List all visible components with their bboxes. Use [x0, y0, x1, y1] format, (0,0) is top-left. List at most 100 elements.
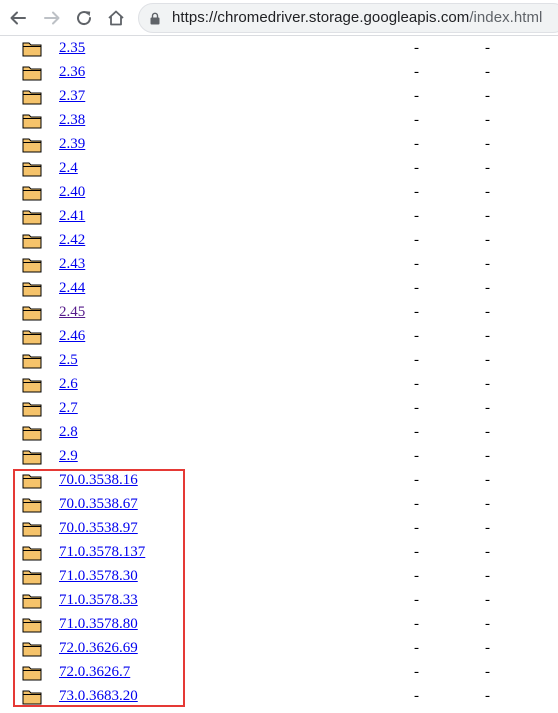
folder-link[interactable]: 71.0.3578.80 — [59, 616, 138, 633]
modified-value: - — [414, 256, 419, 272]
size-value: - — [485, 328, 490, 344]
list-item: 2.45 - - — [0, 300, 558, 324]
modified-value: - — [414, 664, 419, 680]
list-item: 2.39 - - — [0, 132, 558, 156]
size-value: - — [485, 160, 490, 176]
size-value: - — [485, 448, 490, 464]
modified-value: - — [414, 448, 419, 464]
folder-link[interactable]: 2.37 — [59, 88, 85, 105]
folder-icon — [22, 136, 42, 154]
size-value: - — [485, 232, 490, 248]
folder-link[interactable]: 2.36 — [59, 64, 85, 81]
modified-value: - — [414, 352, 419, 368]
list-item: 2.4 - - — [0, 156, 558, 180]
size-value: - — [485, 256, 490, 272]
folder-link[interactable]: 2.8 — [59, 424, 78, 441]
size-value: - — [485, 472, 490, 488]
size-value: - — [485, 640, 490, 656]
list-item: 2.6 - - — [0, 372, 558, 396]
back-button[interactable] — [6, 6, 30, 30]
folder-link[interactable]: 71.0.3578.33 — [59, 592, 138, 609]
list-item: 2.35 - - — [0, 36, 558, 60]
folder-link[interactable]: 70.0.3538.67 — [59, 496, 138, 513]
size-value: - — [485, 376, 490, 392]
folder-icon — [22, 544, 42, 562]
modified-value: - — [414, 208, 419, 224]
home-button[interactable] — [104, 6, 128, 30]
folder-link[interactable]: 71.0.3578.137 — [59, 544, 145, 561]
reload-icon — [77, 11, 92, 26]
folder-icon — [22, 640, 42, 658]
modified-value: - — [414, 592, 419, 608]
list-item: 72.0.3626.7 - - — [0, 660, 558, 684]
folder-icon — [22, 88, 42, 106]
list-item: 71.0.3578.80 - - — [0, 612, 558, 636]
list-item: 2.40 - - — [0, 180, 558, 204]
modified-value: - — [414, 616, 419, 632]
folder-link[interactable]: 71.0.3578.30 — [59, 568, 138, 585]
folder-link[interactable]: 2.42 — [59, 232, 85, 249]
modified-value: - — [414, 472, 419, 488]
folder-link[interactable]: 72.0.3626.7 — [59, 664, 130, 681]
size-value: - — [485, 520, 490, 536]
list-item: 70.0.3538.97 - - — [0, 516, 558, 540]
address-bar[interactable]: https://chromedriver.storage.googleapis.… — [138, 3, 558, 33]
size-value: - — [485, 208, 490, 224]
modified-value: - — [414, 496, 419, 512]
folder-link[interactable]: 2.6 — [59, 376, 78, 393]
folder-link[interactable]: 2.35 — [59, 40, 85, 57]
list-item: 70.0.3538.67 - - — [0, 492, 558, 516]
modified-value: - — [414, 544, 419, 560]
modified-value: - — [414, 280, 419, 296]
modified-value: - — [414, 184, 419, 200]
list-item: 71.0.3578.30 - - — [0, 564, 558, 588]
forward-button[interactable] — [40, 6, 64, 30]
list-item: 2.44 - - — [0, 276, 558, 300]
list-item: 2.5 - - — [0, 348, 558, 372]
folder-icon — [22, 688, 42, 706]
folder-link[interactable]: 73.0.3683.20 — [59, 688, 138, 705]
list-item: 2.46 - - — [0, 324, 558, 348]
reload-button[interactable] — [72, 6, 96, 30]
folder-link[interactable]: 2.46 — [59, 328, 85, 345]
list-item: 71.0.3578.137 - - — [0, 540, 558, 564]
folder-icon — [22, 160, 42, 178]
folder-icon — [22, 424, 42, 442]
list-item: 2.41 - - — [0, 204, 558, 228]
size-value: - — [485, 304, 490, 320]
folder-icon — [22, 616, 42, 634]
folder-icon — [22, 448, 42, 466]
folder-link[interactable]: 2.41 — [59, 208, 85, 225]
folder-link[interactable]: 2.9 — [59, 448, 78, 465]
modified-value: - — [414, 424, 419, 440]
arrow-right-icon — [44, 11, 60, 25]
folder-link[interactable]: 2.39 — [59, 136, 85, 153]
size-value: - — [485, 40, 490, 56]
folder-icon — [22, 520, 42, 538]
folder-icon — [22, 400, 42, 418]
folder-link[interactable]: 2.38 — [59, 112, 85, 129]
folder-link[interactable]: 2.4 — [59, 160, 78, 177]
folder-link[interactable]: 72.0.3626.69 — [59, 640, 138, 657]
folder-link[interactable]: 70.0.3538.16 — [59, 472, 138, 489]
url-text: https://chromedriver.storage.googleapis.… — [172, 9, 542, 26]
folder-icon — [22, 352, 42, 370]
list-item: 72.0.3626.69 - - — [0, 636, 558, 660]
size-value: - — [485, 568, 490, 584]
list-item: 2.37 - - — [0, 84, 558, 108]
arrow-left-icon — [10, 11, 26, 25]
folder-link[interactable]: 2.40 — [59, 184, 85, 201]
folder-link[interactable]: 2.43 — [59, 256, 85, 273]
folder-link[interactable]: 2.7 — [59, 400, 78, 417]
folder-link[interactable]: 2.5 — [59, 352, 78, 369]
folder-icon — [22, 232, 42, 250]
list-item: 2.36 - - — [0, 60, 558, 84]
modified-value: - — [414, 688, 419, 704]
folder-icon — [22, 208, 42, 226]
list-item: 2.9 - - — [0, 444, 558, 468]
folder-link[interactable]: 70.0.3538.97 — [59, 520, 138, 537]
folder-icon — [22, 592, 42, 610]
folder-link[interactable]: 2.44 — [59, 280, 85, 297]
folder-link[interactable]: 2.45 — [59, 304, 85, 321]
list-item: 71.0.3578.33 - - — [0, 588, 558, 612]
